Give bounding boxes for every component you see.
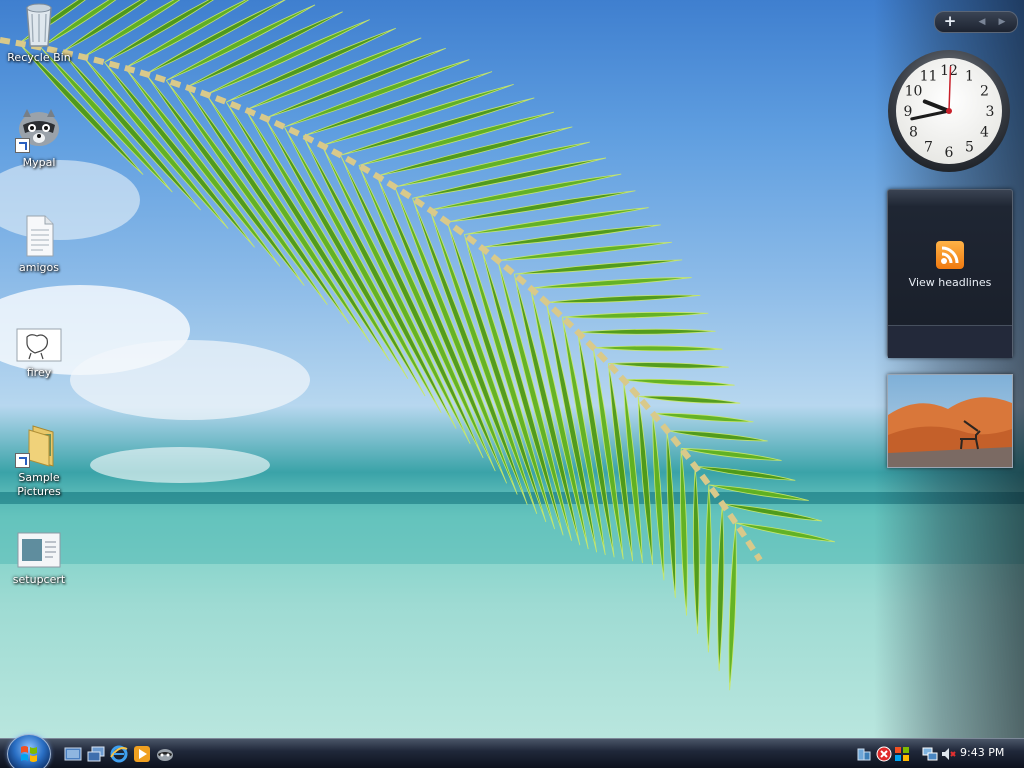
palm-leaflet xyxy=(666,430,676,598)
image-file-icon xyxy=(15,327,63,363)
palm-leaflet xyxy=(735,522,836,543)
palm-leaflet xyxy=(638,395,741,404)
rss-feed-icon xyxy=(936,241,964,269)
desktop-icon-mypal[interactable]: Mypal xyxy=(1,107,77,170)
clock-numeral: 6 xyxy=(945,145,954,161)
start-button[interactable] xyxy=(7,734,51,768)
desktop-icon-label: Sample Pictures xyxy=(17,471,61,498)
palm-leaflet xyxy=(284,59,470,128)
palm-leaflet xyxy=(623,378,735,386)
volume-muted-icon[interactable] xyxy=(940,746,956,762)
palm-leaflet xyxy=(728,522,737,691)
palm-leaflet xyxy=(666,430,768,442)
clock-center-pin xyxy=(946,108,952,114)
taskbar-clock[interactable]: 9:43 PM xyxy=(960,746,1004,759)
feed-gadget-footer xyxy=(888,325,1012,358)
text-file-icon xyxy=(15,212,63,258)
clock-numeral: 7 xyxy=(924,140,933,156)
notification-area: 9:43 PM xyxy=(852,739,1024,768)
palm-leaflet xyxy=(680,448,688,616)
shortcut-arrow-icon xyxy=(15,138,30,153)
palm-leaflet xyxy=(593,345,723,352)
clock-numeral: 5 xyxy=(965,140,974,156)
slideshow-gadget[interactable] xyxy=(887,374,1013,468)
network-connection-icon[interactable] xyxy=(922,746,938,762)
recycle-bin-icon xyxy=(15,2,63,48)
mypal-raccoon-icon[interactable] xyxy=(156,745,174,763)
clock-gadget[interactable]: 12 1234567891011 xyxy=(886,48,1012,174)
internet-explorer-icon[interactable] xyxy=(110,745,128,763)
palm-leaflet xyxy=(608,362,729,369)
palm-leaflet xyxy=(303,71,493,137)
clock-numeral: 12 xyxy=(940,63,958,79)
clock-numeral: 8 xyxy=(909,125,918,141)
view-headlines-link[interactable]: View headlines xyxy=(888,276,1012,289)
clock-numeral: 10 xyxy=(905,84,923,100)
switch-windows-icon[interactable] xyxy=(87,745,105,763)
windows-update-icon[interactable] xyxy=(894,746,910,762)
palm-leaflet xyxy=(546,294,701,304)
palm-leaflet xyxy=(652,412,754,423)
clock-numeral: 3 xyxy=(986,104,995,120)
palm-leaflet xyxy=(722,503,823,522)
palm-leaflet xyxy=(61,0,148,53)
windows-start-orb xyxy=(21,746,37,762)
palm-leaflet xyxy=(577,328,716,335)
desktop-icon-firey[interactable]: firey xyxy=(1,327,77,380)
document-icon xyxy=(15,530,63,570)
palm-leaflet xyxy=(145,73,305,286)
security-alert-icon[interactable] xyxy=(876,746,892,762)
network-icon[interactable] xyxy=(856,746,872,762)
desktop-icon-label: firey xyxy=(26,366,52,379)
previous-page-button[interactable]: ◀ xyxy=(973,13,991,31)
desktop-icon-label: Recycle Bin xyxy=(7,51,71,64)
next-page-button[interactable]: ▶ xyxy=(993,13,1011,31)
palm-leaflet xyxy=(497,241,672,261)
taskbar: 9:43 PM xyxy=(0,734,1024,768)
palm-leaflet xyxy=(166,4,316,81)
palm-leaflet xyxy=(717,503,725,672)
clock-numeral: 2 xyxy=(980,84,989,100)
sidebar-controls: + ◀ ▶ xyxy=(934,11,1018,33)
palm-leaflet xyxy=(705,484,712,653)
palm-leaflet xyxy=(693,466,700,634)
palm-leaflet xyxy=(695,466,796,481)
palm-leaflet xyxy=(652,413,665,581)
desktop-icon-label: Mypal xyxy=(22,156,56,169)
show-desktop-icon[interactable] xyxy=(64,745,82,763)
palm-leaflet xyxy=(530,277,692,289)
desktop-icon-setupcert[interactable]: setupcert xyxy=(1,530,77,587)
mypal-raccoon-icon xyxy=(15,107,63,153)
shortcut-arrow-icon xyxy=(15,453,30,468)
add-gadget-button[interactable]: + xyxy=(939,13,961,31)
desktop-icon-amigos[interactable]: amigos xyxy=(1,212,77,275)
clock-numeral: 4 xyxy=(980,125,989,141)
clock-numeral: 1 xyxy=(965,69,974,85)
clock-numeral: 11 xyxy=(920,69,938,85)
palm-leaflet xyxy=(83,56,229,229)
desktop-icon-label: amigos xyxy=(19,261,59,274)
palm-leaflet xyxy=(561,317,606,556)
feed-headlines-gadget[interactable]: View headlines xyxy=(887,189,1013,358)
palm-leaflet xyxy=(145,0,286,75)
palm-leaflet xyxy=(429,173,622,211)
folder-icon xyxy=(15,422,63,468)
palm-leaflet xyxy=(708,484,809,501)
palm-leaflet xyxy=(514,259,683,275)
palm-leaflet xyxy=(321,84,514,146)
palm-frond xyxy=(0,0,836,691)
palm-leaflet xyxy=(165,80,328,305)
media-player-icon[interactable] xyxy=(133,745,151,763)
palm-leaflet xyxy=(681,447,782,461)
desktop-icon-label: setupcert xyxy=(12,573,66,586)
palm-leaflet xyxy=(447,190,636,223)
desktop-icon-recycle-bin[interactable]: Recycle Bin xyxy=(1,2,77,65)
desktop-icon-sample-pictures[interactable]: Sample Pictures xyxy=(1,422,77,499)
desktop-wallpaper[interactable] xyxy=(0,0,1024,738)
palm-leaflet xyxy=(265,47,446,119)
desert-oryx-photo xyxy=(888,375,1012,467)
palm-leaflet xyxy=(562,311,709,319)
